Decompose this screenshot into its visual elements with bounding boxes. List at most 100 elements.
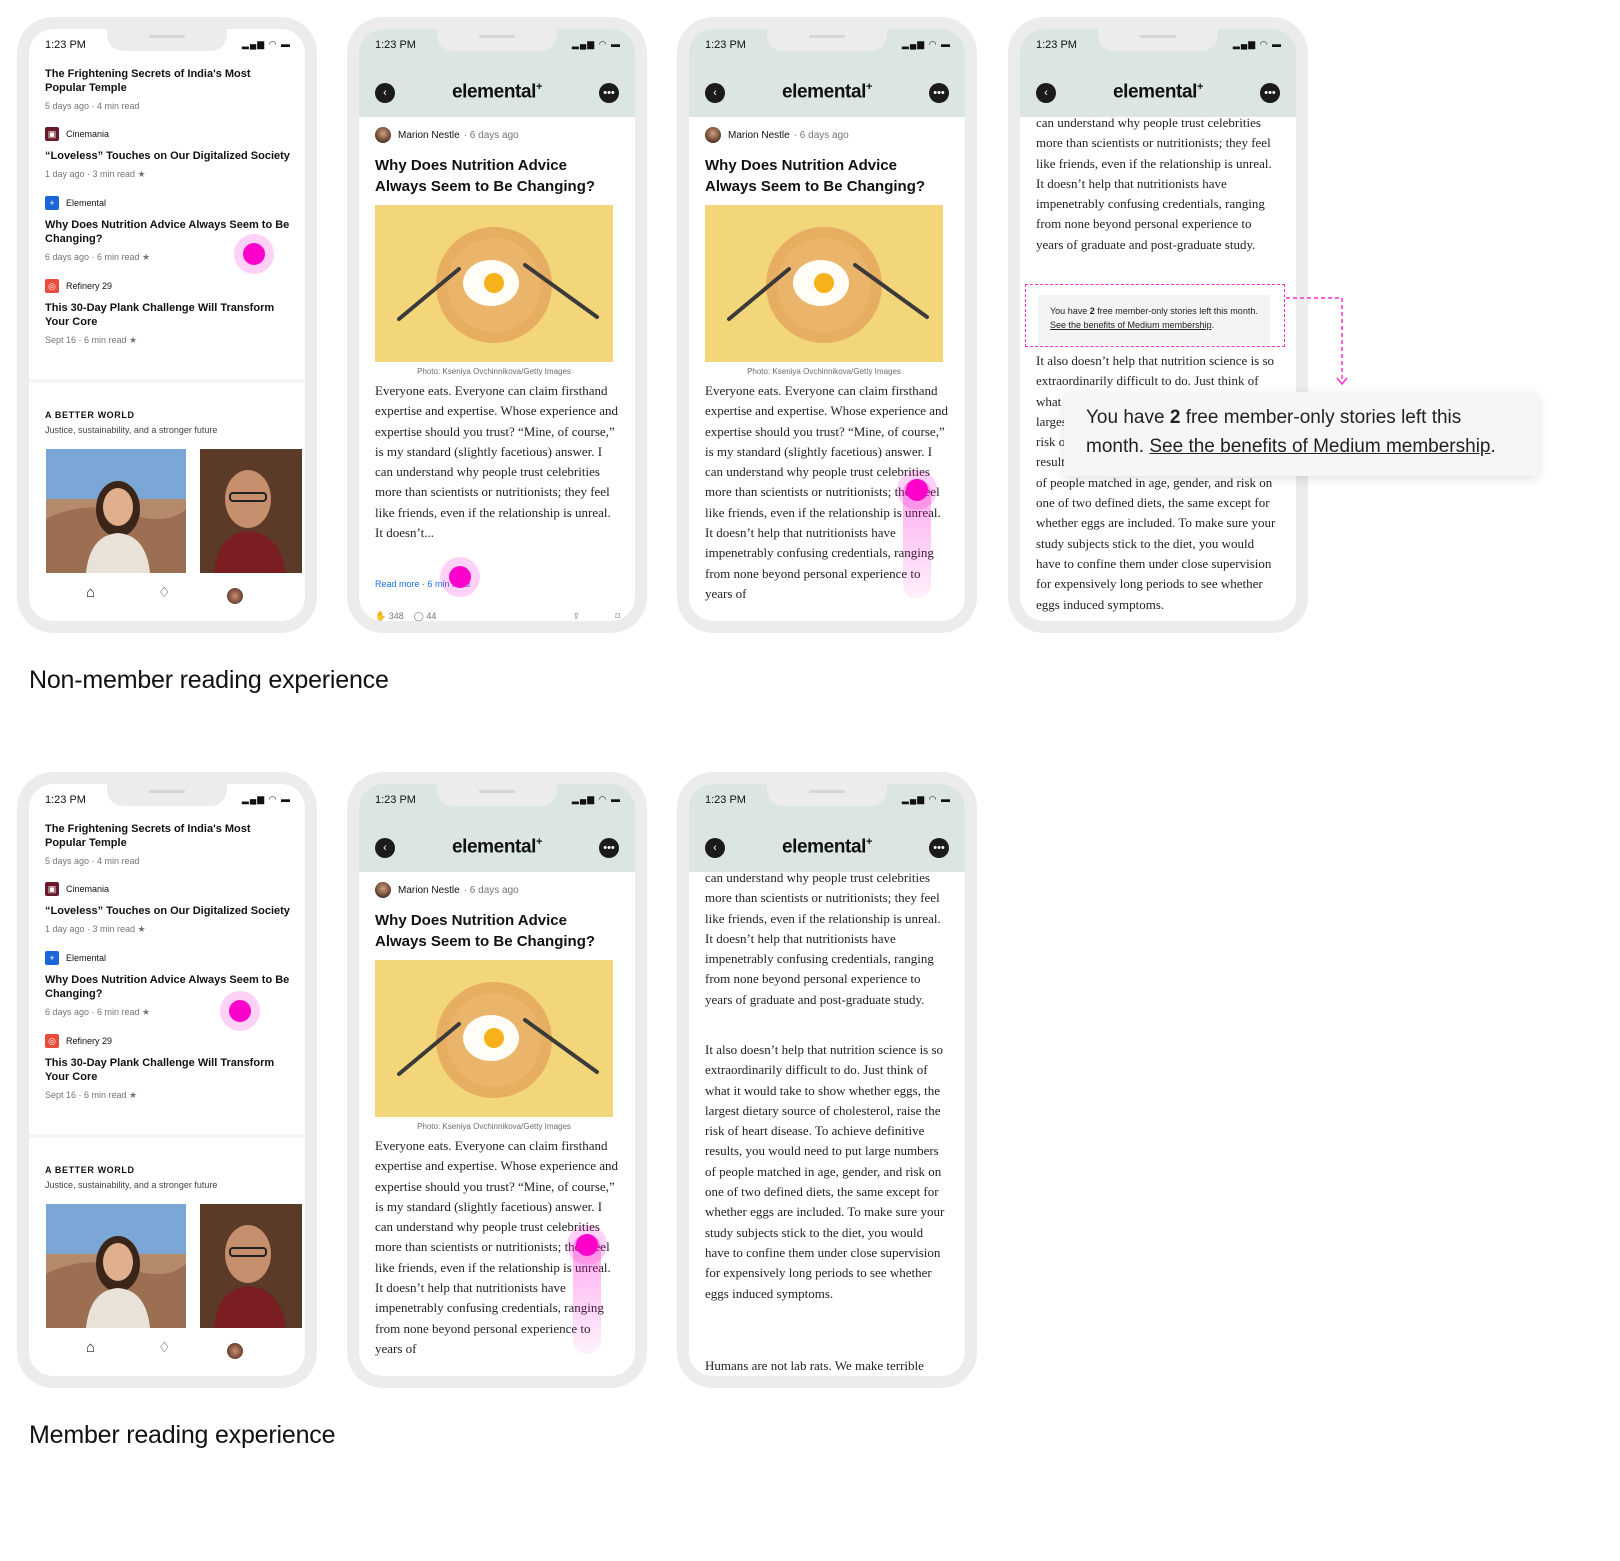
post-age: · 6 days ago bbox=[463, 129, 519, 141]
phone-notch bbox=[767, 784, 887, 806]
signal-wifi-battery-icon: ▂▄▆ ◠ ▬ bbox=[241, 794, 291, 804]
avatar[interactable] bbox=[227, 1343, 243, 1359]
more-icon: ••• bbox=[603, 842, 615, 854]
publication-name: Refinery 29 bbox=[66, 1036, 113, 1046]
story-photo[interactable] bbox=[46, 449, 186, 573]
author-avatar bbox=[375, 127, 391, 143]
author-row[interactable]: Marion Nestle · 6 days ago bbox=[375, 882, 519, 898]
more-button[interactable]: ••• bbox=[599, 838, 619, 858]
tap-indicator bbox=[229, 1000, 251, 1022]
home-icon[interactable]: ⌂ bbox=[86, 584, 95, 601]
publication-name: Cinemania bbox=[66, 884, 110, 894]
story-photo[interactable] bbox=[46, 1204, 186, 1328]
more-icon: ••• bbox=[1264, 87, 1276, 99]
phone-mockup: 1:23 PM ▂▄▆ ◠ ▬ The Frightening Secrets … bbox=[17, 772, 317, 1388]
feed-list: The Frightening Secrets of India's Most … bbox=[45, 67, 293, 346]
refinery29-logo-icon: ◎ bbox=[45, 1034, 59, 1048]
feed-item-meta: Sept 16 · 6 min read ★ bbox=[45, 1090, 138, 1100]
brand-logo: elemental+ bbox=[781, 81, 873, 103]
phone-mockup: 1:23 PM ▂▄▆ ◠ ▬ ‹ elemental+ ••• Marion … bbox=[347, 772, 647, 1388]
article-scrolled-member-screen: 1:23 PM ▂▄▆ ◠ ▬ ‹ elemental+ ••• can und… bbox=[689, 784, 965, 1376]
highlight-box bbox=[1025, 284, 1285, 347]
phone-notch bbox=[437, 29, 557, 51]
feed-item-meta: 6 days ago · 6 min read ★ bbox=[45, 1007, 151, 1017]
more-icon: ••• bbox=[933, 842, 945, 854]
phone-mockup: 1:23 PM ▂▄▆ ◠ ▬ ‹ elemental+ ••• Marion … bbox=[347, 17, 647, 633]
status-time: 1:23 PM bbox=[375, 794, 416, 806]
feed-item-title[interactable]: The Frightening Secrets of India's Most … bbox=[45, 67, 293, 95]
paywall-callout-zoom: You have 2 free member-only stories left… bbox=[1064, 392, 1538, 476]
divider bbox=[29, 379, 305, 383]
membership-link[interactable]: See the benefits of Medium membership bbox=[1149, 436, 1490, 457]
status-time: 1:23 PM bbox=[45, 39, 86, 51]
status-time: 1:23 PM bbox=[45, 794, 86, 806]
phone-notch bbox=[767, 29, 887, 51]
status-time: 1:23 PM bbox=[1036, 39, 1077, 51]
feed-item[interactable]: ▣ Cinemania “Loveless” Touches on Our Dig… bbox=[45, 127, 293, 180]
post-age: · 6 days ago bbox=[463, 884, 519, 896]
status-time: 1:23 PM bbox=[705, 39, 746, 51]
feed-item[interactable]: The Frightening Secrets of India's Most … bbox=[45, 822, 293, 866]
home-icon[interactable]: ⌂ bbox=[86, 1339, 95, 1356]
comment-icon[interactable]: ◯ bbox=[414, 611, 424, 621]
article-preview-screen: 1:23 PM ▂▄▆ ◠ ▬ ‹ elemental+ ••• Marion … bbox=[359, 29, 635, 621]
divider bbox=[29, 1134, 305, 1138]
clap-icon[interactable]: ✋ bbox=[375, 611, 386, 621]
share-icon[interactable]: ⇪ bbox=[572, 611, 580, 621]
feed-item[interactable]: + Elemental Why Does Nutrition Advice Alw… bbox=[45, 951, 293, 1018]
phone-mockup: 1:23 PM ▂▄▆ ◠ ▬ ‹ elemental+ ••• can und… bbox=[1008, 17, 1308, 633]
article-title: Why Does Nutrition Advice Always Seem to… bbox=[375, 912, 596, 950]
article-title: Why Does Nutrition Advice Always Seem to… bbox=[705, 157, 926, 195]
brand-logo: elemental+ bbox=[451, 81, 543, 103]
more-button[interactable]: ••• bbox=[929, 83, 949, 103]
story-photo[interactable] bbox=[200, 1204, 302, 1328]
phone-notch bbox=[437, 784, 557, 806]
feed-item[interactable]: ▣ Cinemania “Loveless” Touches on Our Dig… bbox=[45, 882, 293, 935]
signal-wifi-battery-icon: ▂▄▆ ◠ ▬ bbox=[901, 794, 951, 804]
publication-name: Elemental bbox=[66, 198, 107, 208]
more-icon: ••• bbox=[603, 87, 615, 99]
bookmark-icon[interactable]: ⌑ bbox=[615, 611, 620, 621]
hero-image bbox=[705, 205, 943, 362]
post-age: · 6 days ago bbox=[793, 129, 849, 141]
feed-item-title[interactable]: This 30-Day Plank Challenge Will Transfo… bbox=[45, 301, 293, 329]
more-button[interactable]: ••• bbox=[929, 838, 949, 858]
bell-icon[interactable]: ♢ bbox=[158, 584, 171, 601]
author-row[interactable]: Marion Nestle · 6 days ago bbox=[705, 127, 849, 143]
author-name: Marion Nestle bbox=[728, 129, 790, 141]
publication-name: Refinery 29 bbox=[66, 281, 113, 291]
feed-item-title[interactable]: The Frightening Secrets of India's Most … bbox=[45, 822, 293, 850]
feed-item[interactable]: ◎ Refinery 29 This 30-Day Plank Challenge… bbox=[45, 279, 293, 346]
refinery29-logo-icon: ◎ bbox=[45, 279, 59, 293]
feed-item-title[interactable]: Why Does Nutrition Advice Always Seem to… bbox=[45, 973, 293, 1001]
article-body: Everyone eats. Everyone can claim firsth… bbox=[375, 383, 619, 541]
signal-wifi-battery-icon: ▂▄▆ ◠ ▬ bbox=[571, 794, 621, 804]
phone-notch bbox=[107, 784, 227, 806]
more-button[interactable]: ••• bbox=[599, 83, 619, 103]
section-subtitle: Justice, sustainability, and a stronger … bbox=[45, 1180, 218, 1190]
brand-logo: elemental+ bbox=[451, 836, 543, 858]
feed-item[interactable]: ◎ Refinery 29 This 30-Day Plank Challenge… bbox=[45, 1034, 293, 1101]
avatar[interactable] bbox=[227, 588, 243, 604]
feed-item-title[interactable]: Why Does Nutrition Advice Always Seem to… bbox=[45, 218, 293, 246]
feed-item-title[interactable]: This 30-Day Plank Challenge Will Transfo… bbox=[45, 1056, 293, 1084]
article-body: can understand why people trust celebrit… bbox=[705, 870, 941, 1007]
article-full-screen: 1:23 PM ▂▄▆ ◠ ▬ ‹ elemental+ ••• Marion … bbox=[689, 29, 965, 621]
feed-item-title[interactable]: “Loveless” Touches on Our Digitalized So… bbox=[45, 904, 293, 918]
feed-item[interactable]: The Frightening Secrets of India's Most … bbox=[45, 67, 293, 111]
feed-item-title[interactable]: “Loveless” Touches on Our Digitalized So… bbox=[45, 149, 293, 163]
article-body: It also doesn’t help that nutrition scie… bbox=[1036, 353, 1276, 612]
bell-icon[interactable]: ♢ bbox=[158, 1339, 171, 1356]
flow-connector bbox=[1286, 297, 1348, 386]
clap-count: 348 bbox=[388, 611, 404, 621]
more-button[interactable]: ••• bbox=[1260, 83, 1280, 103]
author-avatar bbox=[375, 882, 391, 898]
story-photo[interactable] bbox=[200, 449, 302, 573]
tap-indicator bbox=[243, 243, 265, 265]
phone-notch bbox=[1098, 29, 1218, 51]
phone-notch bbox=[107, 29, 227, 51]
tap-indicator bbox=[449, 566, 471, 588]
author-row[interactable]: Marion Nestle · 6 days ago bbox=[375, 127, 519, 143]
cinemania-logo-icon: ▣ bbox=[45, 127, 59, 141]
signal-wifi-battery-icon: ▂▄▆ ◠ ▬ bbox=[901, 39, 951, 49]
